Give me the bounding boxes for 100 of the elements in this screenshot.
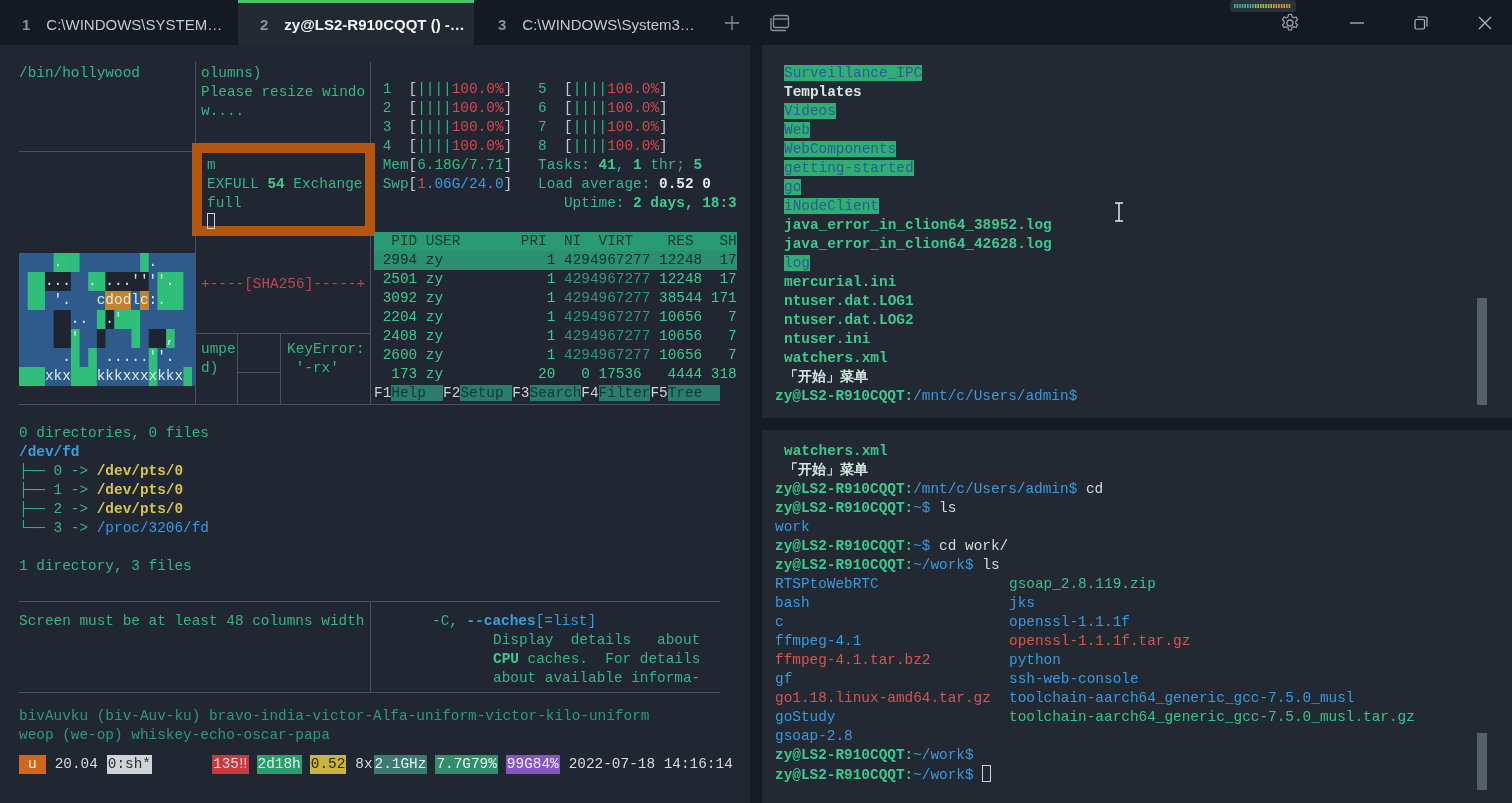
status-text: 2022-07-18 14:16:14	[567, 755, 734, 774]
scrollbar-thumb[interactable]	[1477, 733, 1487, 790]
text-cursor-icon	[1114, 202, 1124, 222]
minimize-icon[interactable]	[1350, 21, 1364, 24]
tab[interactable]: 1 C:\WINDOWS\SYSTEM…	[0, 0, 236, 45]
terminal-line: weop (we-op) whiskey-echo-oscar-papa	[19, 726, 331, 745]
meter-line: Uptime: 2 days, 18:3	[563, 194, 737, 213]
file-name: ffmpeg-4.1	[775, 632, 863, 651]
terminal-line: ├── 0 -> /dev/pts/0	[19, 462, 185, 481]
meter-line: 1 [||||100.0%] 5 [||||100.0%]	[381, 80, 669, 99]
terminal-line: /bin/hollywood	[19, 64, 141, 83]
file-name: toolchain-aarch64_generic_gcc-7.5.0_musl.tar.gz	[1009, 708, 1416, 727]
status-badge: 99G84%	[505, 755, 560, 774]
tab-list-icon[interactable]	[770, 13, 790, 32]
status-badge: u	[19, 755, 46, 774]
file-name: toolchain-aarch64_generic_gcc-7.5.0_musl	[1009, 689, 1356, 708]
terminal-line: java_error_in_clion64_38952.log	[783, 216, 1053, 235]
terminal-line: full	[207, 194, 243, 213]
status-badge: 135‼	[212, 755, 249, 774]
terminal-line: olumns)	[201, 64, 263, 83]
status-badge: 2.1GHz	[373, 755, 428, 774]
function-key-bar: F1Help F2Setup F3SearchF4Filter F5Tree	[374, 384, 737, 403]
terminal-line: EXFULL 54 Exchange	[207, 175, 364, 194]
settings-icon[interactable]	[1280, 12, 1300, 33]
terminal-line: zy@LS2-R910CQQT:~$ cd work/	[775, 537, 1010, 556]
status-text: 20.04	[53, 755, 99, 774]
process-row[interactable]: 2994 zy 1 4294967277 12248 17	[374, 251, 737, 270]
process-row[interactable]: 2600 zy 1 4294967277 10656 7	[374, 346, 737, 365]
terminal-line: 「开始」菜单	[783, 368, 869, 387]
terminal-line: Display details about	[492, 631, 702, 650]
file-name: python	[1009, 651, 1062, 670]
file-name: go1.18.linux-amd64.tar.gz	[775, 689, 992, 708]
terminal-line: Please resize windo	[201, 83, 367, 102]
meter-line: Mem[6.18G/7.71] Tasks: 41, 1 thr; 5	[381, 156, 704, 175]
terminal-line: about available informa-	[492, 669, 702, 688]
terminal-cursor	[981, 765, 991, 782]
file-name: ssh-web-console	[1009, 670, 1140, 689]
level-meter-drawing	[1230, 0, 1296, 12]
file-name: gsoap_2.8.119.zip	[1009, 575, 1157, 594]
terminal-line: 「开始」菜单	[783, 461, 869, 480]
file-name: gsoap-2.8	[775, 727, 854, 746]
meter-line: 4 [||||100.0%] 8 [||||100.0%]	[381, 137, 669, 156]
process-row[interactable]: 3092 zy 1 4294967277 38544 171	[374, 289, 737, 308]
status-badge: 7.7G79%	[435, 755, 498, 774]
tab[interactable]: 2 zy@LS2-R910CQQT () -…	[238, 0, 474, 45]
status-badge: 2d18h	[256, 755, 302, 774]
terminal-line: KeyError:	[287, 340, 366, 359]
terminal-line: zy@LS2-R910CQQT:~/work$ ls	[775, 556, 1001, 575]
file-name: c	[775, 613, 785, 632]
file-name: gf	[775, 670, 794, 689]
ascii-art-line: . .	[52, 253, 159, 272]
terminal-line: umpe	[201, 340, 237, 359]
status-badge: 0.52	[309, 755, 347, 774]
terminal-line: zy@LS2-R910CQQT:/mnt/c/Users/admin$	[775, 387, 1079, 406]
process-row[interactable]: 2501 zy 1 4294967277 12248 17	[374, 270, 737, 289]
meter-line: 2 [||||100.0%] 6 [||||100.0%]	[381, 99, 669, 118]
terminal-line: '-rx'	[294, 359, 340, 378]
terminal-line: work	[775, 518, 811, 537]
terminal-line: java_error_in_clion64_42628.log	[783, 235, 1053, 254]
terminal-line: 1 directory, 3 files	[19, 557, 193, 576]
process-row[interactable]: 173 zy 20 0 17536 4444 318	[374, 365, 737, 384]
close-icon[interactable]	[1478, 15, 1492, 30]
restore-icon[interactable]	[1414, 15, 1428, 30]
terminal-line: zy@LS2-R910CQQT:~/work$	[775, 765, 1512, 784]
terminal-line: 0 directories, 0 files	[19, 424, 210, 443]
file-name: openssl-1.1.1f	[1009, 613, 1131, 632]
terminal-line: mercurial.ini	[783, 273, 898, 292]
scrollbar-thumb[interactable]	[1477, 298, 1487, 405]
file-name: jks	[1009, 594, 1036, 613]
file-name: goStudy	[775, 708, 837, 727]
terminal-line: +----[SHA256]-----+	[201, 275, 366, 294]
file-name: bash	[775, 594, 811, 613]
terminal-line: watchers.xml	[783, 349, 889, 368]
terminal-line: zy@LS2-R910CQQT:~$ ls	[775, 499, 958, 518]
tab[interactable]: 3 C:\WINDOWS\System3…	[476, 0, 712, 45]
terminal-line: bivAuvku (biv-Auv-ku) bravo-india-victor-Alfa-uniform-victor-kilo-uniform	[19, 707, 651, 726]
table-header: PID USER PRI NI VIRT RES SH	[374, 232, 737, 251]
terminal-line: zy@LS2-R910CQQT:~/work$	[775, 746, 975, 765]
status-text: 8x	[354, 755, 374, 774]
file-name: openssl-1.1.1f.tar.gz	[1009, 632, 1192, 651]
process-row[interactable]: 2408 zy 1 4294967277 10656 7	[374, 327, 737, 346]
terminal-line: ntuser.dat.LOG1	[783, 292, 915, 311]
file-name: ffmpeg-4.1.tar.bz2	[775, 651, 932, 670]
meter-line: 3 [||||100.0%] 7 [||||100.0%]	[381, 118, 669, 137]
terminal-line: /dev/fd	[19, 443, 81, 462]
meter-line: Swp[1.06G/24.0] Load average: 0.52 0	[381, 175, 712, 194]
terminal-line: d)	[201, 359, 220, 378]
terminal-line: ntuser.ini	[783, 330, 872, 349]
status-badge: 0:sh*	[106, 755, 152, 774]
terminal-line: Templates	[783, 83, 863, 102]
plus-icon[interactable]	[724, 14, 740, 31]
terminal-line: ├── 1 -> /dev/pts/0	[19, 481, 185, 500]
terminal-line: watchers.xml	[783, 442, 889, 461]
terminal-line: -C, --caches[=list]	[431, 612, 598, 631]
process-row[interactable]: 2204 zy 1 4294967277 10656 7	[374, 308, 737, 327]
terminal-line: m	[207, 156, 217, 175]
ascii-art-line: ' ,	[69, 329, 176, 348]
terminal-line: w....	[201, 102, 246, 121]
terminal-line: Screen must be at least 48 columns width	[19, 612, 366, 631]
terminal-cursor	[207, 213, 215, 229]
